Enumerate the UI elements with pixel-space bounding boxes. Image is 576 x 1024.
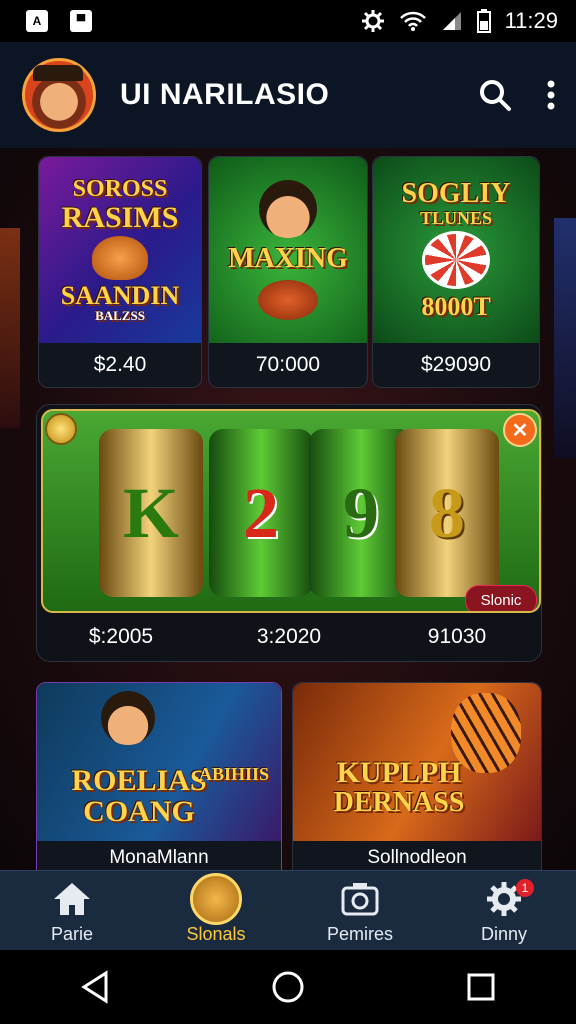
close-icon[interactable]: ✕ [503,413,537,447]
game-price: $2.40 [93,353,147,376]
pizza-icon [258,279,318,320]
app-bar: UI NARILASIO [0,42,576,149]
bottom-nav: Parie Slonals Pemires Dinny 1 [0,870,576,951]
game-price: $29090 [420,353,492,376]
photo-icon [341,883,379,916]
nav-label: Dinny [480,924,528,944]
reel-symbol: K [99,429,203,597]
game-card[interactable]: SOGLIY TLUNES 8000T $29090 [372,156,540,388]
game-card[interactable]: ROELIAS COANG ABIHIIS MonaMlann [36,682,282,884]
game-title-line: RASIMS [61,201,179,235]
settings-gear-icon [361,10,384,32]
system-nav-bar [0,950,576,1024]
slot-reels[interactable]: K 2 9 8 ✕ Slonic [41,409,541,613]
game-card[interactable]: KUPLPH DERNASS Sollnodleon [292,682,542,884]
slot-machine-panel: K 2 9 8 ✕ Slonic $:2005 3:2020 91030 [36,404,542,662]
home-icon [54,883,90,915]
slot-tag-button[interactable]: Slonic [465,585,537,611]
game-card[interactable]: MAXING 70:000 [208,156,368,388]
reel-symbol: 8 [395,429,499,597]
game-art: SOROSS RASIMS SAANDIN BALZSS [39,157,201,343]
signal-icon [442,12,461,30]
app-icon: A [26,10,48,32]
game-title-line: BALZSS [95,308,145,324]
game-title-line: MAXING [228,243,348,275]
slot-value: 3:2020 [256,625,322,648]
game-title-line: KUPLPH [336,755,462,789]
nav-item-slonals[interactable]: Slonals [144,871,288,951]
game-price: 70:000 [255,353,321,376]
nav-label: Slonals [186,924,246,944]
nav-item-home[interactable]: Parie [0,871,144,951]
more-vert-icon[interactable] [546,80,556,110]
game-art: SOGLIY TLUNES 8000T [373,157,539,343]
battery-icon [476,9,491,33]
tiger-character-icon [451,693,521,773]
slot-machine-decor-right [554,218,576,458]
game-name: Sollnodleon [367,847,467,868]
cat-character-icon [92,235,148,280]
game-title-line: SOROSS [72,176,168,203]
game-title-line: COANG [83,795,195,828]
game-card[interactable]: SOROSS RASIMS SAANDIN BALZSS $2.40 [38,156,202,388]
status-bar: A ▀ 11:29 [0,0,576,42]
home-circle-icon[interactable] [271,970,305,1004]
game-name: MonaMlann [109,847,209,868]
reel-symbol: 2 [209,429,313,597]
game-subtitle: ABIHIIS [198,764,269,784]
cowboy-character-icon [259,180,317,239]
recents-icon[interactable] [466,972,496,1002]
nav-label: Pemires [326,924,393,944]
slot-values-row: $:2005 3:2020 91030 [37,615,541,659]
game-title-line: TLUNES [419,207,493,228]
game-title-line: DERNASS [333,787,465,819]
slot-machine-decor-left [0,228,20,428]
nav-label: Parie [50,924,94,944]
coin-icon [45,413,77,445]
game-art: ROELIAS COANG ABIHIIS [37,683,281,841]
app-title: UI NARILASIO [120,78,330,111]
slot-value: 91030 [427,625,487,648]
notification-badge: 1 [516,879,534,897]
nav-item-dinny[interactable]: Dinny 1 [432,871,576,951]
status-time: 11:29 [504,8,558,33]
game-title-line: SAANDIN [60,280,180,310]
game-art: MAXING [209,157,367,343]
coin-dog-icon [190,873,242,925]
search-icon[interactable] [478,78,512,112]
poker-chip-icon [422,231,490,290]
gambler-character-icon [101,691,155,745]
game-art: KUPLPH DERNASS [293,683,541,841]
slot-value: $:2005 [88,625,154,648]
back-icon[interactable] [80,970,110,1004]
wifi-icon [399,11,426,31]
cat-icon: ▀ [70,10,92,32]
game-title-line: SOGLIY [401,178,511,210]
nav-item-pemires[interactable]: Pemires [288,871,432,951]
game-title-line: ROELIAS [71,763,207,797]
game-title-line: 8000T [421,292,491,322]
avatar[interactable] [22,58,96,132]
